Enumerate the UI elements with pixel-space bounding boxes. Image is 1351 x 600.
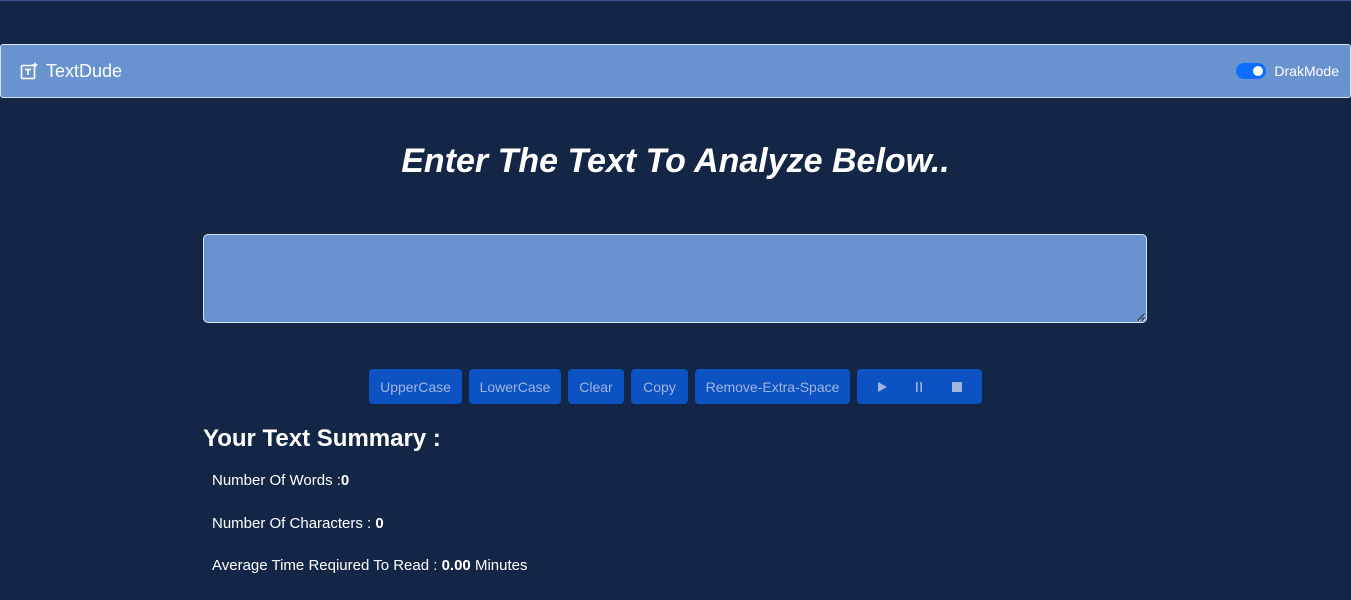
- pause-icon: [916, 381, 923, 392]
- character-count-value: 0: [375, 515, 384, 532]
- remove-extra-space-button[interactable]: Remove-Extra-Space: [695, 369, 850, 404]
- resize-grip-icon[interactable]: [1137, 313, 1145, 321]
- word-count: Number Of Words :0: [212, 472, 349, 489]
- character-count-label: Number Of Characters :: [212, 515, 376, 532]
- word-count-value: 0: [340, 472, 350, 489]
- copy-button[interactable]: Copy: [631, 369, 688, 404]
- text-add-icon: [20, 62, 38, 80]
- navbar: TextDude DrakMode: [0, 44, 1351, 98]
- text-input[interactable]: [203, 234, 1147, 323]
- play-button[interactable]: [867, 372, 897, 402]
- speech-controls: [857, 369, 982, 404]
- brand[interactable]: TextDude: [20, 61, 122, 82]
- summary-title: Your Text Summary :: [203, 425, 441, 452]
- page-title: Enter The Text To Analyze Below..: [401, 142, 950, 180]
- dark-mode-switch[interactable]: DrakMode: [1236, 63, 1339, 79]
- word-count-label: Number Of Words :: [212, 472, 341, 489]
- stop-button[interactable]: [942, 372, 972, 402]
- read-time-label: Average Time Reqiured To Read :: [212, 557, 442, 574]
- stop-icon: [952, 381, 963, 392]
- toggle-knob: [1253, 66, 1264, 76]
- dark-mode-label: DrakMode: [1274, 63, 1339, 79]
- uppercase-button[interactable]: UpperCase: [369, 369, 462, 404]
- clear-button[interactable]: Clear: [568, 369, 624, 404]
- read-time-value: 0.00: [441, 557, 471, 574]
- action-toolbar: UpperCase LowerCase Clear Copy Remove-Ex…: [0, 369, 1351, 404]
- play-icon: [877, 381, 887, 392]
- lowercase-button[interactable]: LowerCase: [469, 369, 561, 404]
- read-time: Average Time Reqiured To Read : 0.00 Min…: [212, 557, 527, 574]
- pause-button[interactable]: [904, 372, 934, 402]
- dark-mode-toggle[interactable]: [1236, 63, 1267, 79]
- character-count: Number Of Characters : 0: [212, 515, 384, 532]
- top-border: [0, 0, 1351, 1]
- read-time-unit: Minutes: [470, 557, 528, 574]
- brand-name: TextDude: [46, 60, 123, 81]
